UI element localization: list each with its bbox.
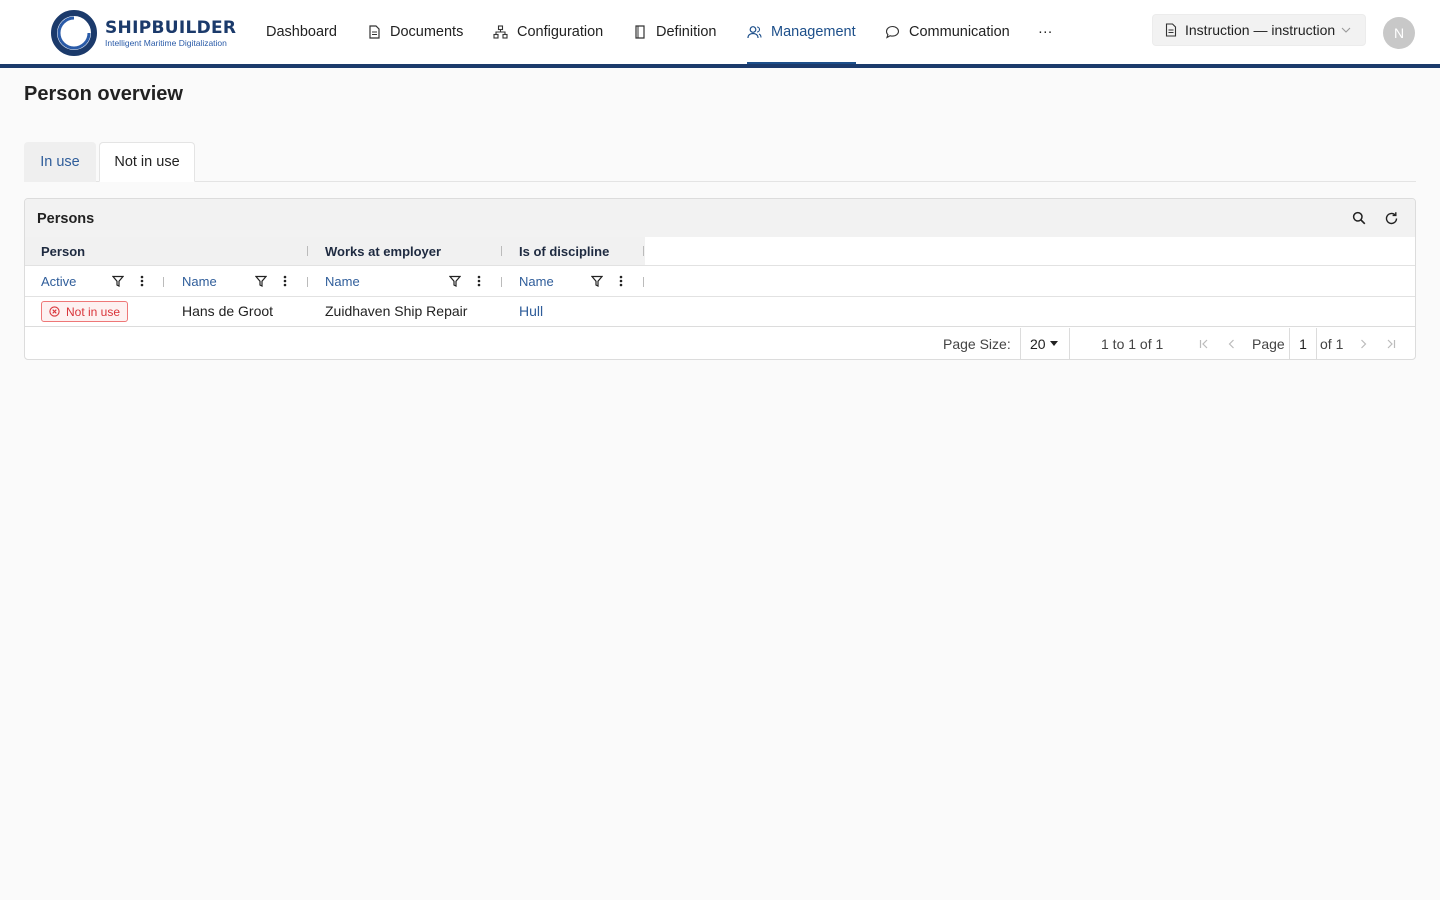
filter-icon[interactable]: [254, 274, 268, 288]
filter-icon[interactable]: [111, 274, 125, 288]
first-page-button[interactable]: [1197, 337, 1211, 351]
column-header-active[interactable]: Active: [41, 274, 76, 289]
user-avatar[interactable]: N: [1383, 17, 1415, 49]
tab-bar-divider: [24, 181, 1416, 182]
nav-item-management[interactable]: Management: [747, 0, 856, 64]
column-header-employer-name[interactable]: Name: [325, 274, 360, 289]
table-row[interactable]: Not in use Hans de Groot Zuidhaven Ship …: [25, 297, 1415, 327]
nav-item-configuration[interactable]: Configuration: [493, 0, 603, 64]
row-range-summary: 1 to 1 of 1: [1101, 336, 1164, 352]
column-menu-icon[interactable]: [614, 274, 628, 288]
column-group-discipline: Is of discipline: [503, 237, 645, 265]
status-badge: Not in use: [41, 301, 129, 322]
hierarchy-icon: [493, 25, 508, 39]
discipline-name-cell[interactable]: Hull: [519, 303, 543, 319]
nav-item-definition[interactable]: Definition: [634, 0, 716, 64]
top-navigation-bar: SHIPBUILDER Intelligent Maritime Digital…: [0, 0, 1440, 64]
search-button[interactable]: [1350, 209, 1368, 227]
last-page-button[interactable]: [1384, 337, 1398, 351]
column-resize-handle[interactable]: [643, 277, 644, 287]
persons-grid: Persons Person Works at employer Is of d…: [24, 198, 1416, 360]
nav-item-label: Configuration: [517, 24, 604, 40]
employer-name-cell: Zuidhaven Ship Repair: [325, 303, 468, 319]
chevron-right-icon: [1361, 339, 1367, 349]
nav-item-label: Communication: [909, 24, 1010, 40]
previous-page-button[interactable]: [1225, 337, 1239, 351]
column-header-row: Active Name Name Name: [25, 266, 1415, 297]
document-icon: [1165, 23, 1177, 37]
nav-item-documents[interactable]: Documents: [368, 0, 463, 64]
column-resize-handle[interactable]: [643, 246, 644, 256]
current-page-input[interactable]: 1: [1289, 328, 1317, 359]
column-menu-icon[interactable]: [472, 274, 486, 288]
logo-name: SHIPBUILDER: [105, 17, 237, 38]
refresh-button[interactable]: [1382, 209, 1400, 227]
chevron-down-icon: [1341, 27, 1351, 33]
column-resize-handle[interactable]: [307, 246, 308, 256]
page-size-value: 20: [1030, 335, 1046, 352]
more-menu-button[interactable]: ···: [1038, 0, 1053, 64]
dropdown-arrow-icon: [1049, 341, 1058, 346]
current-page-value: 1: [1299, 335, 1307, 352]
book-icon: [635, 25, 645, 39]
pagination-bar: Page Size: 20 1 to 1 of 1 Page 1 of 1: [25, 328, 1415, 359]
column-resize-handle[interactable]: [501, 277, 502, 287]
next-page-button[interactable]: [1356, 337, 1370, 351]
page-size-label: Page Size:: [943, 336, 1011, 352]
column-group-header-row: Person Works at employer Is of disciplin…: [25, 237, 1415, 266]
status-badge-label: Not in use: [66, 304, 121, 319]
page-size-select[interactable]: 20: [1020, 328, 1070, 359]
refresh-icon: [1385, 211, 1397, 224]
total-pages-label: of 1: [1320, 336, 1344, 352]
column-header-discipline-name[interactable]: Name: [519, 274, 554, 289]
column-menu-icon[interactable]: [135, 274, 149, 288]
grid-title: Persons: [37, 211, 95, 227]
context-selector[interactable]: Instruction — instruction: [1152, 14, 1366, 46]
context-selector-label: Instruction — instruction: [1185, 22, 1336, 38]
column-menu-icon[interactable]: [278, 274, 292, 288]
close-circle-icon: [49, 306, 60, 317]
search-icon: [1352, 211, 1366, 225]
users-icon: [747, 26, 762, 39]
shipbuilder-logo[interactable]: SHIPBUILDER Intelligent Maritime Digital…: [50, 8, 242, 58]
column-group-label: Is of discipline: [519, 243, 610, 259]
column-group-person: Person: [25, 237, 309, 265]
person-name-cell: Hans de Groot: [182, 303, 274, 319]
document-icon: [369, 25, 380, 39]
more-icon: ···: [1038, 24, 1053, 40]
tab-not-in-use[interactable]: Not in use: [99, 142, 195, 182]
chat-icon: [885, 25, 900, 39]
column-resize-handle[interactable]: [163, 277, 164, 287]
last-page-icon: [1387, 339, 1396, 349]
filter-icon[interactable]: [448, 274, 462, 288]
page-label: Page: [1252, 336, 1285, 352]
header-divider: [0, 64, 1440, 68]
column-resize-handle[interactable]: [501, 246, 502, 256]
column-group-label: Person: [41, 243, 86, 259]
nav-item-label: Definition: [656, 24, 717, 40]
nav-item-label: Management: [771, 24, 856, 40]
logo-tagline: Intelligent Maritime Digitalization: [105, 37, 227, 48]
grid-header: Persons: [25, 199, 1415, 237]
chevron-left-icon: [1228, 339, 1234, 349]
column-resize-handle[interactable]: [307, 277, 308, 287]
nav-item-communication[interactable]: Communication: [885, 0, 1010, 64]
first-page-icon: [1199, 339, 1208, 349]
tab-in-use[interactable]: In use: [24, 142, 96, 182]
page-title: Person overview: [24, 83, 183, 105]
logo-emblem-icon: [51, 10, 97, 56]
filter-icon[interactable]: [590, 274, 604, 288]
column-group-label: Works at employer: [325, 243, 442, 259]
nav-item-label: Documents: [390, 24, 464, 40]
column-group-employer: Works at employer: [309, 237, 503, 265]
nav-item-label: Dashboard: [266, 24, 337, 40]
column-header-person-name[interactable]: Name: [182, 274, 217, 289]
nav-item-dashboard[interactable]: Dashboard: [266, 0, 337, 64]
